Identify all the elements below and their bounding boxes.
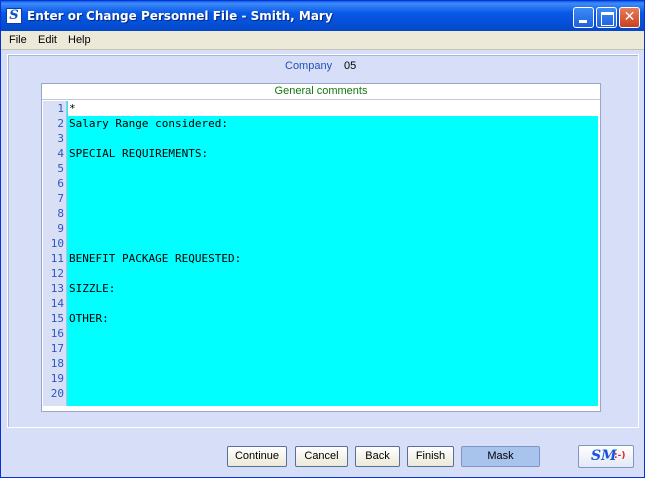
comment-line[interactable]: BENEFIT PACKAGE REQUESTED:: [69, 251, 241, 266]
window-title: Enter or Change Personnel File - Smith, …: [27, 9, 333, 23]
line-number: 20: [50, 387, 64, 400]
menu-file[interactable]: File: [9, 34, 27, 46]
general-comments-header: General comments: [42, 84, 600, 100]
close-icon: ✕: [623, 9, 636, 25]
close-button[interactable]: ✕: [619, 7, 640, 28]
line-number: 9: [57, 222, 64, 235]
line-number: 5: [57, 162, 64, 175]
personnel-file-window: S Enter or Change Personnel File - Smith…: [0, 0, 645, 478]
line-number: 7: [57, 192, 64, 205]
back-button[interactable]: Back: [355, 446, 400, 467]
finish-button[interactable]: Finish: [407, 446, 454, 467]
mask-button[interactable]: Mask: [461, 446, 540, 467]
line-number: 19: [50, 372, 64, 385]
line-number: 13: [50, 282, 64, 295]
menu-edit[interactable]: Edit: [38, 34, 57, 46]
comment-line[interactable]: SPECIAL REQUIREMENTS:: [69, 146, 208, 161]
line-number: 4: [57, 147, 64, 160]
line-number: 3: [57, 132, 64, 145]
comments-editor[interactable]: 1 * 2 Salary Range considered: 3 4 SPECIAL REQ…: [43, 101, 598, 406]
minimize-icon[interactable]: [573, 7, 594, 28]
line-number: 15: [50, 312, 64, 325]
comment-line[interactable]: SIZZLE:: [69, 281, 115, 296]
company-label: Company: [285, 60, 333, 72]
cancel-button[interactable]: Cancel: [295, 446, 348, 467]
comment-line[interactable]: Salary Range considered:: [69, 116, 228, 131]
sm-logo: SM: [591, 448, 617, 464]
line-number: 10: [50, 237, 64, 250]
title-bar[interactable]: S Enter or Change Personnel File - Smith…: [1, 1, 644, 31]
menu-help[interactable]: Help: [68, 34, 91, 46]
line-number: 16: [50, 327, 64, 340]
company-value: 05: [344, 60, 357, 72]
maximize-icon[interactable]: [596, 7, 617, 28]
line-number: 11: [50, 252, 64, 265]
app-icon[interactable]: S: [6, 8, 22, 24]
current-line-highlight: [68, 101, 598, 116]
line-number: 6: [57, 177, 64, 190]
line-number: 8: [57, 207, 64, 220]
line-number: 1: [57, 102, 64, 115]
sm-logo-button[interactable]: SM :-): [578, 445, 634, 468]
comment-line[interactable]: OTHER:: [69, 311, 109, 326]
line-number: 2: [57, 117, 64, 130]
line-number: 18: [50, 357, 64, 370]
comment-line[interactable]: *: [69, 101, 76, 116]
line-number: 17: [50, 342, 64, 355]
smiley-icon: :-): [614, 451, 626, 461]
continue-button[interactable]: Continue: [227, 446, 287, 467]
line-number: 14: [50, 297, 64, 310]
menu-bar: File Edit Help: [1, 31, 644, 50]
line-number: 12: [50, 267, 64, 280]
